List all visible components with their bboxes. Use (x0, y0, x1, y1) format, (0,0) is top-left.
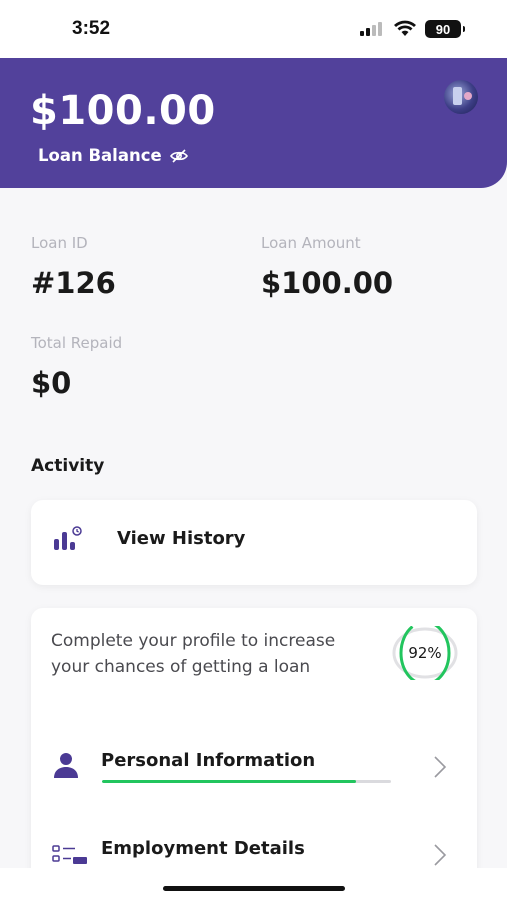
profile-completion-card: Complete your profile to increase your c… (31, 608, 477, 900)
personal-information-progress (102, 780, 391, 783)
loan-id-label: Loan ID (31, 234, 88, 252)
eye-off-icon[interactable] (169, 148, 188, 163)
loan-balance-label-row: Loan Balance (38, 146, 188, 165)
status-time: 3:52 (72, 18, 111, 39)
avatar[interactable] (444, 80, 478, 114)
home-indicator (163, 886, 345, 891)
profile-progress-percent: 92% (408, 644, 442, 662)
loan-id-value: #126 (31, 266, 116, 300)
total-repaid-label: Total Repaid (31, 334, 123, 352)
wifi-icon (394, 20, 416, 36)
bottom-safe-area (0, 868, 507, 900)
employment-icon (52, 845, 87, 864)
employment-details-label: Employment Details (101, 838, 305, 859)
balance-header: $100.00 Loan Balance (0, 58, 507, 188)
loan-balance-label: Loan Balance (38, 146, 162, 165)
profile-completion-message: Complete your profile to increase your c… (51, 631, 336, 677)
chevron-right-icon (434, 756, 447, 778)
loan-balance-amount: $100.00 (30, 88, 216, 134)
loan-amount-label: Loan Amount (261, 234, 361, 252)
total-repaid-value: $0 (31, 366, 72, 400)
chevron-right-icon (434, 844, 447, 866)
personal-information-row[interactable]: Personal Information (31, 750, 477, 810)
view-history-label: View History (117, 528, 246, 549)
view-history-button[interactable]: View History (31, 500, 477, 585)
cellular-signal-icon (360, 22, 382, 36)
personal-information-label: Personal Information (101, 750, 316, 771)
status-bar: 3:52 90 (0, 0, 507, 58)
history-chart-icon (54, 526, 82, 550)
battery-level: 90 (435, 21, 451, 37)
profile-progress-ring: 92% (392, 620, 458, 686)
battery-indicator: 90 (425, 20, 465, 38)
activity-heading: Activity (31, 456, 105, 476)
person-icon (54, 753, 78, 778)
loan-amount-value: $100.00 (261, 266, 394, 300)
